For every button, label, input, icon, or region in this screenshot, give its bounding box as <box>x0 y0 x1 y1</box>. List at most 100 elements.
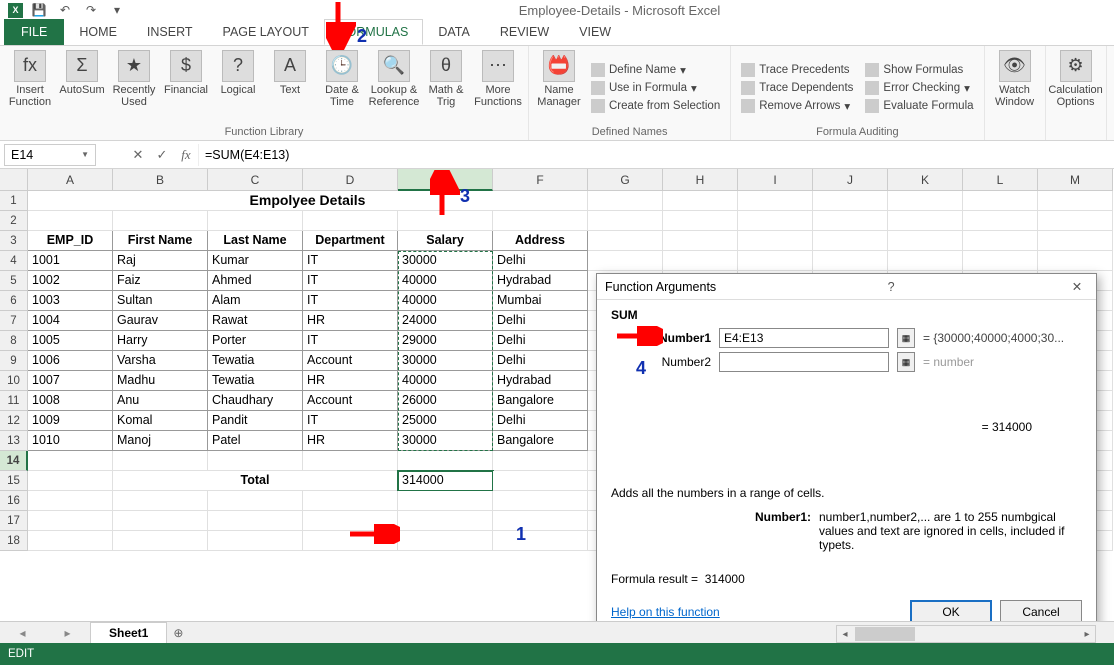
arg2-range-picker-icon[interactable]: ▦ <box>897 352 915 372</box>
cell[interactable] <box>208 531 303 551</box>
data-cell[interactable]: 30000 <box>398 251 493 271</box>
data-cell[interactable]: Rawat <box>208 311 303 331</box>
select-all-corner[interactable] <box>0 169 28 191</box>
cell[interactable] <box>28 511 113 531</box>
cell[interactable] <box>738 211 813 231</box>
math-trig-button[interactable]: θMath & Trig <box>422 50 470 126</box>
data-cell[interactable]: Anu <box>113 391 208 411</box>
col-header-L[interactable]: L <box>963 169 1038 191</box>
error-checking-button[interactable]: Error Checking ▾ <box>861 80 977 96</box>
data-cell[interactable]: 40000 <box>398 291 493 311</box>
evaluate-formula-button[interactable]: Evaluate Formula <box>861 98 977 114</box>
cell[interactable] <box>888 231 963 251</box>
recently-used-button[interactable]: ★Recently Used <box>110 50 158 126</box>
more-functions-button[interactable]: ⋯More Functions <box>474 50 522 126</box>
cell[interactable] <box>208 211 303 231</box>
tab-data[interactable]: DATA <box>423 19 484 45</box>
data-cell[interactable]: 1002 <box>28 271 113 291</box>
cell[interactable] <box>663 231 738 251</box>
cell[interactable] <box>888 191 963 211</box>
name-manager-button[interactable]: 📛Name Manager <box>535 50 583 126</box>
use-in-formula-button[interactable]: Use in Formula ▾ <box>587 80 724 96</box>
data-cell[interactable]: 25000 <box>398 411 493 431</box>
data-cell[interactable]: 1008 <box>28 391 113 411</box>
row-header-7[interactable]: 7 <box>0 311 28 331</box>
row-header-18[interactable]: 18 <box>0 531 28 551</box>
row-header-14[interactable]: 14 <box>0 451 28 471</box>
data-cell[interactable]: 30000 <box>398 351 493 371</box>
cell[interactable] <box>28 471 113 491</box>
row-header-13[interactable]: 13 <box>0 431 28 451</box>
arg2-input[interactable] <box>719 352 889 372</box>
data-cell[interactable]: Delhi <box>493 311 588 331</box>
header-cell[interactable]: Salary <box>398 231 493 251</box>
header-cell[interactable]: Department <box>303 231 398 251</box>
data-cell[interactable]: Tewatia <box>208 351 303 371</box>
data-cell[interactable]: Kumar <box>208 251 303 271</box>
cell[interactable] <box>1038 231 1113 251</box>
date-time-button[interactable]: 🕒Date & Time <box>318 50 366 126</box>
cell[interactable] <box>588 191 663 211</box>
cell[interactable] <box>28 531 113 551</box>
row-header-9[interactable]: 9 <box>0 351 28 371</box>
row-header-15[interactable]: 15 <box>0 471 28 491</box>
formula-input[interactable]: =SUM(E4:E13) <box>198 144 1114 166</box>
text-button[interactable]: AText <box>266 50 314 126</box>
save-icon[interactable]: 💾 <box>29 1 49 19</box>
logical-button[interactable]: ?Logical <box>214 50 262 126</box>
data-cell[interactable]: 40000 <box>398 271 493 291</box>
data-cell[interactable]: Delhi <box>493 351 588 371</box>
data-cell[interactable]: 1006 <box>28 351 113 371</box>
data-cell[interactable]: Varsha <box>113 351 208 371</box>
data-cell[interactable]: IT <box>303 251 398 271</box>
total-label-cell[interactable]: Total <box>113 471 398 491</box>
cell[interactable] <box>493 211 588 231</box>
tab-page-layout[interactable]: PAGE LAYOUT <box>208 19 324 45</box>
data-cell[interactable]: 1001 <box>28 251 113 271</box>
cell[interactable] <box>663 191 738 211</box>
dialog-close-icon[interactable]: ✕ <box>1066 279 1088 294</box>
insert-function-button[interactable]: fxInsert Function <box>6 50 54 126</box>
cell[interactable] <box>1038 251 1113 271</box>
cell[interactable] <box>963 191 1038 211</box>
col-header-K[interactable]: K <box>888 169 963 191</box>
data-cell[interactable]: Account <box>303 351 398 371</box>
data-cell[interactable]: IT <box>303 331 398 351</box>
col-header-A[interactable]: A <box>28 169 113 191</box>
header-cell[interactable]: Address <box>493 231 588 251</box>
lookup-reference-button[interactable]: 🔍Lookup & Reference <box>370 50 418 126</box>
cell[interactable] <box>398 531 493 551</box>
cell[interactable] <box>208 451 303 471</box>
data-cell[interactable]: Delhi <box>493 251 588 271</box>
header-cell[interactable]: First Name <box>113 231 208 251</box>
qat-customize-icon[interactable]: ▾ <box>107 1 127 19</box>
cell[interactable] <box>588 211 663 231</box>
col-header-J[interactable]: J <box>813 169 888 191</box>
tab-home[interactable]: HOME <box>64 19 132 45</box>
col-header-E[interactable]: E <box>398 169 493 191</box>
cell[interactable] <box>813 231 888 251</box>
cell[interactable] <box>493 451 588 471</box>
undo-icon[interactable]: ↶ <box>55 1 75 19</box>
cell[interactable] <box>493 531 588 551</box>
cell[interactable] <box>888 251 963 271</box>
accept-formula-icon[interactable]: ✓ <box>150 147 174 163</box>
add-sheet-icon[interactable]: ⊕ <box>167 626 189 640</box>
horizontal-scrollbar[interactable]: ◂▸ <box>836 625 1096 643</box>
cell[interactable] <box>588 251 663 271</box>
row-header-12[interactable]: 12 <box>0 411 28 431</box>
data-cell[interactable]: Chaudhary <box>208 391 303 411</box>
remove-arrows-button[interactable]: Remove Arrows ▾ <box>737 98 857 114</box>
data-cell[interactable]: Porter <box>208 331 303 351</box>
data-cell[interactable]: Patel <box>208 431 303 451</box>
cell[interactable] <box>28 491 113 511</box>
help-on-function-link[interactable]: Help on this function <box>611 605 720 619</box>
tab-formulas[interactable]: FORMULAS <box>324 19 423 45</box>
header-cell[interactable]: EMP_ID <box>28 231 113 251</box>
cell[interactable] <box>813 251 888 271</box>
cell[interactable] <box>1038 211 1113 231</box>
data-cell[interactable]: Manoj <box>113 431 208 451</box>
data-cell[interactable]: 40000 <box>398 371 493 391</box>
data-cell[interactable]: Faiz <box>113 271 208 291</box>
data-cell[interactable]: Tewatia <box>208 371 303 391</box>
